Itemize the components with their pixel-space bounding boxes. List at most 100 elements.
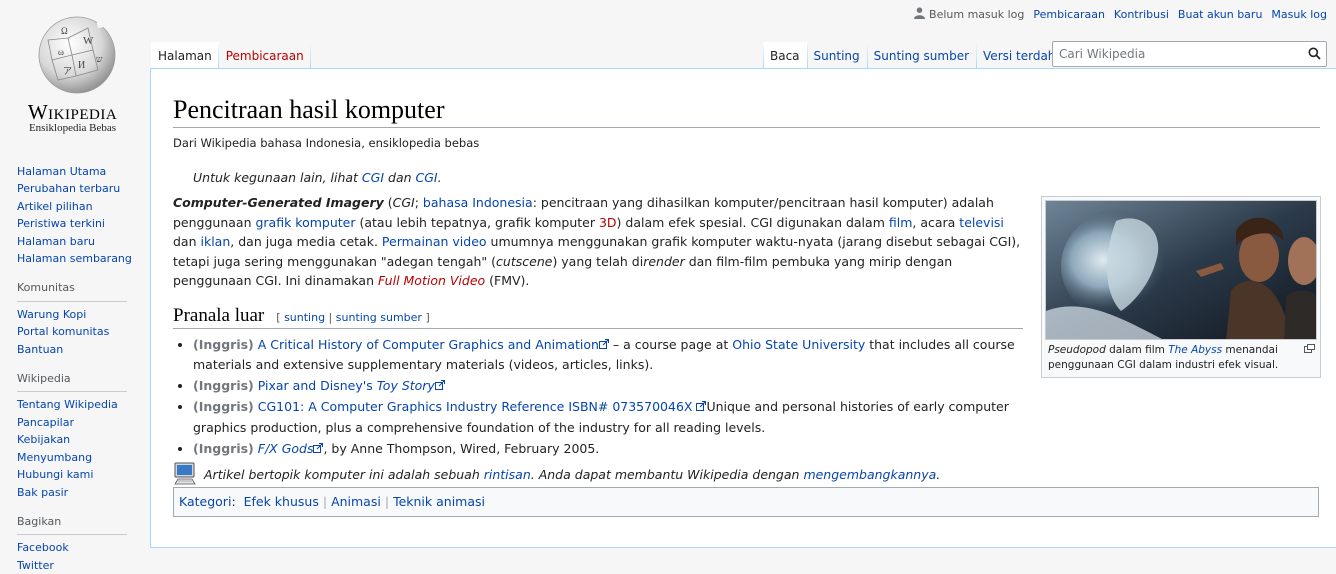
section-edit-source-link[interactable]: sunting sumber [336, 311, 422, 324]
caption-link-the-abyss[interactable]: The Abyss [1168, 344, 1222, 356]
sidebar-item-tentang-wikipedia[interactable]: Tentang Wikipedia [17, 398, 118, 411]
create-account-link[interactable]: Buat akun baru [1178, 8, 1263, 21]
lead-cutscene: cutscene [496, 253, 553, 269]
svg-text:ש: ש [96, 54, 103, 64]
personal-contributions-link[interactable]: Kontribusi [1114, 8, 1169, 21]
link-ohio-state[interactable]: Ohio State University [732, 337, 865, 352]
sidebar-item-peristiwa-terkini[interactable]: Peristiwa terkini [17, 217, 105, 230]
sidebar-item-kebijakan[interactable]: Kebijakan [17, 433, 70, 446]
wikipedia-logo[interactable]: Ω W И ω ア ש Wikipedia Ensiklopedia Bebas [10, 0, 135, 150]
namespace-tabs: Halaman Pembicaraan [151, 42, 311, 69]
external-link-icon [598, 337, 609, 352]
section-heading-pranala-luar: Pranala luar [ sunting | sunting sumber … [173, 305, 1023, 329]
lead-text-2: ; [414, 195, 423, 210]
tab-sunting-sumber[interactable]: Sunting sumber [866, 42, 977, 69]
category-separator: | [384, 494, 390, 509]
sidebar-item-bantuan[interactable]: Bantuan [17, 343, 63, 356]
category-teknik-animasi[interactable]: Teknik animasi [393, 494, 485, 509]
link-televisi[interactable]: televisi [959, 215, 1004, 230]
sidebar-item-menyumbang[interactable]: Menyumbang [17, 451, 92, 464]
caption-mid: dalam film [1105, 344, 1169, 356]
thumbnail: Pseudopod dalam film The Abyss menandai … [1041, 196, 1321, 378]
extlink-text: – a course page at [608, 336, 733, 352]
svg-text:Ω: Ω [61, 26, 68, 36]
sidebar-item-facebook[interactable]: Facebook [17, 541, 69, 554]
category-efek-khusus[interactable]: Efek khusus [244, 494, 319, 509]
search-icon[interactable] [1308, 47, 1321, 63]
sidebar-item-perubahan-terbaru[interactable]: Perubahan terbaru [17, 182, 120, 195]
external-link-icon [434, 378, 445, 393]
magnify-icon[interactable] [1304, 343, 1315, 358]
sidebar-item-halaman-utama[interactable]: Halaman Utama [17, 165, 106, 178]
hatnote-link-cgi-1[interactable]: CGI [362, 170, 384, 185]
tab-halaman-label: Halaman [158, 49, 212, 63]
link-permainan-video[interactable]: Permainan video [382, 234, 487, 249]
list-item: (Inggris) CG101: A Computer Graphics Ind… [193, 397, 1023, 438]
not-logged-in-status: Belum masuk log [914, 7, 1024, 22]
lead-abbr: CGI [392, 195, 415, 210]
link-bahasa-indonesia[interactable]: bahasa Indonesia [423, 195, 533, 210]
lang-label: (Inggris) [193, 440, 254, 456]
sidebar-item-twitter[interactable]: Twitter [17, 559, 54, 572]
the-abyss-image[interactable] [1045, 200, 1317, 340]
extlink-toy-story: Toy Story [376, 378, 435, 393]
link-3d[interactable]: 3D [599, 215, 617, 230]
hatnote-suffix: . [437, 170, 442, 185]
link-film[interactable]: film [889, 215, 913, 230]
sidebar-item-hubungi-kami[interactable]: Hubungi kami [17, 468, 93, 481]
extlink-cg101[interactable]: CG101: A Computer Graphics Industry Refe… [258, 399, 693, 414]
tab-baca[interactable]: Baca [763, 42, 807, 69]
login-link[interactable]: Masuk log [1271, 8, 1327, 21]
hatnote-link-cgi-2[interactable]: CGI [416, 170, 438, 185]
stub-link-mengembangkannya[interactable]: mengembangkannya [803, 467, 936, 482]
lang-label: (Inggris) [193, 399, 254, 414]
category-separator: | [322, 494, 328, 509]
link-grafik-komputer[interactable]: grafik komputer [255, 215, 355, 230]
sidebar-heading-komunitas: Komunitas [17, 279, 127, 302]
tab-halaman[interactable]: Halaman [151, 42, 219, 69]
sidebar-item-artikel-pilihan[interactable]: Artikel pilihan [17, 200, 93, 213]
sidebar-wikipedia: Tentang Wikipedia Pancapilar Kebijakan M… [17, 396, 142, 500]
hatnote-prefix: Untuk kegunaan lain, lihat [193, 170, 362, 185]
sidebar-item-portal-komunitas[interactable]: Portal komunitas [17, 325, 109, 338]
extlink-pixar-disney[interactable]: Pixar and Disney's Toy Story [258, 378, 435, 393]
sidebar-item-bak-pasir[interactable]: Bak pasir [17, 486, 68, 499]
personal-talk-link[interactable]: Pembicaraan [1033, 8, 1105, 21]
tab-sunting-label[interactable]: Sunting [814, 49, 860, 63]
extlink-fx-gods[interactable]: F/X Gods [258, 441, 314, 456]
sidebar-item-halaman-baru[interactable]: Halaman baru [17, 235, 95, 248]
link-full-motion-video[interactable]: Full Motion Video [378, 273, 485, 288]
link-iklan[interactable]: iklan [201, 234, 231, 249]
lead-text-12: (FMV). [485, 273, 530, 288]
lead-text-8: , dan juga media cetak. [230, 234, 382, 249]
site-subtitle: Dari Wikipedia bahasa Indonesia, ensiklo… [173, 136, 480, 150]
stub-text-2: . Anda dapat membantu Wikipedia dengan [530, 467, 800, 482]
stub-notice: Artikel bertopik komputer ini adalah seb… [173, 461, 1320, 488]
sidebar-item-pancapilar[interactable]: Pancapilar [17, 416, 74, 429]
extlink-fx-gods-label: F/X Gods [257, 440, 314, 456]
category-animasi[interactable]: Animasi [331, 494, 381, 509]
extlink-critical-history[interactable]: A Critical History of Computer Graphics … [258, 337, 599, 352]
svg-text:W: W [83, 35, 94, 47]
category-label-link[interactable]: Kategori [179, 494, 231, 509]
tab-sunting-sumber-label[interactable]: Sunting sumber [874, 49, 969, 63]
sidebar-item-warung-kopi[interactable]: Warung Kopi [17, 308, 86, 321]
sidebar: Halaman Utama Perubahan terbaru Artikel … [17, 163, 142, 574]
view-tabs: Baca Sunting Sunting sumber Versi terdah… [763, 42, 1081, 69]
stub-link-rintisan[interactable]: rintisan [484, 467, 531, 482]
tab-pembicaraan-label[interactable]: Pembicaraan [226, 49, 304, 63]
tab-sunting[interactable]: Sunting [806, 42, 867, 69]
extlink-text: , by Anne Thompson, Wired, February 2005… [323, 440, 600, 456]
sidebar-komunitas: Warung Kopi Portal komunitas Bantuan [17, 306, 142, 358]
sidebar-bagikan: Facebook Twitter [17, 539, 142, 574]
search-input[interactable]: Cari Wikipedia [1052, 41, 1327, 67]
wikipedia-tagline: Ensiklopedia Bebas [28, 122, 117, 134]
svg-text:ω: ω [58, 47, 64, 57]
lead-text-7: dan [173, 234, 201, 249]
user-icon [914, 7, 926, 22]
sidebar-item-halaman-sembarang[interactable]: Halaman sembarang [17, 252, 132, 265]
caption-pseudopod: Pseudopod [1048, 344, 1106, 356]
section-edit-link[interactable]: sunting [284, 311, 325, 324]
search-placeholder: Cari Wikipedia [1059, 47, 1146, 61]
tab-pembicaraan[interactable]: Pembicaraan [218, 42, 311, 69]
